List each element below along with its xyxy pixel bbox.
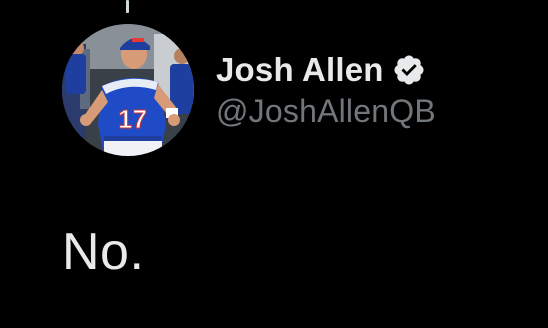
- user-handle[interactable]: @JoshAllenQB: [216, 93, 536, 130]
- tweet-header: Josh Allen @JoshAllenQB: [216, 48, 536, 130]
- tweet-text: No.: [62, 223, 145, 281]
- svg-text:17: 17: [118, 104, 147, 134]
- thread-connector-line: [126, 0, 129, 13]
- avatar-photo: 17: [62, 24, 194, 156]
- name-row: Josh Allen: [216, 48, 536, 92]
- verified-badge-icon[interactable]: [392, 53, 426, 87]
- display-name[interactable]: Josh Allen: [216, 51, 384, 89]
- avatar[interactable]: 17: [62, 24, 194, 156]
